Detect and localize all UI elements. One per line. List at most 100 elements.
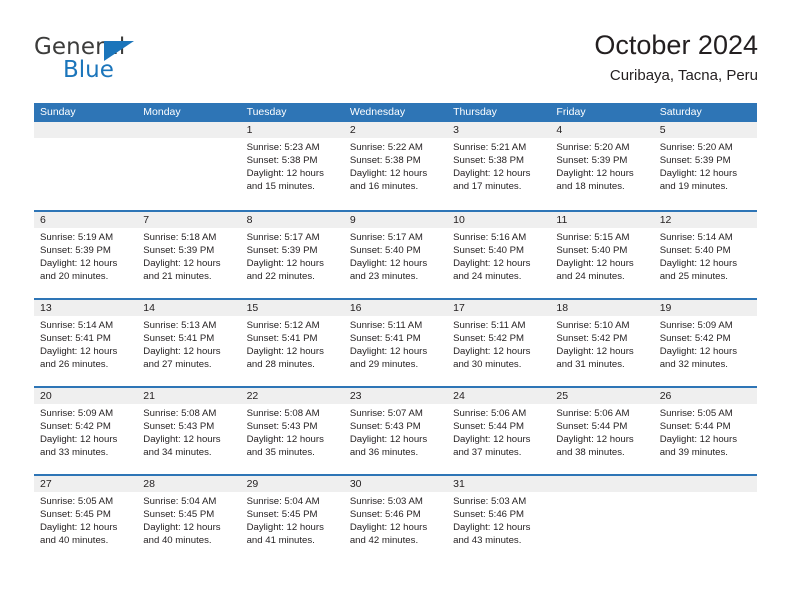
- logo-text-blue: Blue: [63, 57, 114, 83]
- day-detail-line: Daylight: 12 hours: [40, 258, 118, 270]
- calendar-day-cell[interactable]: 20 Sunrise: 5:09 AM Sunset: 5:42 PM Dayligh…: [34, 388, 138, 474]
- day-details: Sunrise: 5:06 AM Sunset: 5:44 PM Daylight:…: [550, 404, 653, 459]
- calendar-day-cell[interactable]: 24 Sunrise: 5:06 AM Sunset: 5:44 PM Dayligh…: [447, 388, 551, 474]
- day-detail-line: Sunset: 5:38 PM: [349, 155, 421, 167]
- day-details: Sunrise: 5:15 AM Sunset: 5:40 PM Daylight:…: [550, 228, 653, 283]
- day-detail-line: Daylight: 12 hours: [246, 258, 324, 270]
- day-detail-line: Sunrise: 5:06 AM: [453, 408, 527, 419]
- weekday-header-thursday: Thursday: [453, 106, 497, 118]
- day-number: 20: [34, 388, 138, 404]
- calendar-day-cell[interactable]: 14 Sunrise: 5:13 AM Sunset: 5:41 PM Dayligh…: [137, 300, 241, 386]
- day-details: Sunrise: 5:20 AM Sunset: 5:39 PM Daylight:…: [550, 138, 653, 193]
- calendar-day-cell[interactable]: 12 Sunrise: 5:14 AM Sunset: 5:40 PM Dayligh…: [653, 212, 757, 298]
- calendar-day-cell[interactable]: 17 Sunrise: 5:11 AM Sunset: 5:42 PM Dayligh…: [447, 300, 551, 386]
- calendar-day-cell[interactable]: 7 Sunrise: 5:18 AM Sunset: 5:39 PM Daylight…: [137, 212, 241, 298]
- calendar-week-row: 27 Sunrise: 5:05 AM Sunset: 5:45 PM Dayligh…: [34, 474, 757, 562]
- day-detail-line: and 43 minutes.: [453, 535, 522, 547]
- calendar-day-cell[interactable]: 5 Sunrise: 5:20 AM Sunset: 5:39 PM Daylight…: [653, 122, 757, 210]
- calendar-day-cell[interactable]: 15 Sunrise: 5:12 AM Sunset: 5:41 PM Dayligh…: [240, 300, 344, 386]
- day-number: 31: [447, 476, 551, 492]
- day-detail-line: Sunset: 5:45 PM: [143, 509, 215, 521]
- day-detail-line: Sunset: 5:45 PM: [246, 509, 318, 521]
- calendar-day-cell[interactable]: 9 Sunrise: 5:17 AM Sunset: 5:40 PM Daylight…: [343, 212, 448, 298]
- day-detail-line: Daylight: 12 hours: [143, 434, 221, 446]
- calendar-day-cell[interactable]: 23 Sunrise: 5:07 AM Sunset: 5:43 PM Dayligh…: [343, 388, 448, 474]
- day-detail-line: and 20 minutes.: [40, 271, 109, 283]
- day-number: 13: [34, 300, 138, 316]
- day-details: Sunrise: 5:12 AM Sunset: 5:41 PM Daylight:…: [241, 316, 344, 371]
- day-number: 16: [343, 300, 448, 316]
- calendar-day-cell[interactable]: 19 Sunrise: 5:09 AM Sunset: 5:42 PM Dayligh…: [653, 300, 757, 386]
- page-subtitle: Curibaya, Tacna, Peru: [609, 67, 758, 84]
- day-detail-line: and 23 minutes.: [349, 271, 419, 283]
- calendar-day-cell[interactable]: 13 Sunrise: 5:14 AM Sunset: 5:41 PM Dayligh…: [34, 300, 138, 386]
- calendar-day-cell[interactable]: 27 Sunrise: 5:05 AM Sunset: 5:45 PM Dayligh…: [34, 476, 138, 562]
- calendar-day-cell[interactable]: 8 Sunrise: 5:17 AM Sunset: 5:39 PM Daylight…: [240, 212, 344, 298]
- day-detail-line: Daylight: 12 hours: [659, 434, 738, 446]
- calendar-day-cell[interactable]: 1 Sunrise: 5:23 AM Sunset: 5:38 PM Daylight…: [240, 122, 344, 210]
- day-detail-line: Sunset: 5:40 PM: [453, 245, 525, 257]
- day-detail-line: Sunset: 5:38 PM: [246, 155, 318, 167]
- day-details: [550, 492, 653, 495]
- day-detail-line: and 26 minutes.: [40, 359, 109, 371]
- day-details: Sunrise: 5:07 AM Sunset: 5:43 PM Daylight:…: [344, 404, 447, 459]
- calendar-day-cell[interactable]: 22 Sunrise: 5:08 AM Sunset: 5:43 PM Dayligh…: [240, 388, 344, 474]
- day-detail-line: Sunrise: 5:04 AM: [246, 496, 320, 507]
- calendar-day-cell[interactable]: 4 Sunrise: 5:20 AM Sunset: 5:39 PM Daylight…: [550, 122, 654, 210]
- day-number: [550, 476, 654, 492]
- day-detail-line: and 31 minutes.: [556, 359, 625, 371]
- day-number: 30: [343, 476, 448, 492]
- day-detail-line: Sunrise: 5:09 AM: [40, 408, 114, 419]
- day-detail-line: Daylight: 12 hours: [556, 346, 634, 358]
- day-detail-line: Sunset: 5:39 PM: [659, 155, 731, 167]
- day-number: 14: [137, 300, 241, 316]
- day-detail-line: Sunset: 5:42 PM: [40, 421, 111, 433]
- calendar-day-cell[interactable]: 10 Sunrise: 5:16 AM Sunset: 5:40 PM Dayligh…: [447, 212, 551, 298]
- day-detail-line: Sunset: 5:43 PM: [246, 421, 318, 433]
- day-detail-line: and 22 minutes.: [246, 271, 315, 283]
- day-details: [34, 138, 137, 141]
- day-details: Sunrise: 5:03 AM Sunset: 5:46 PM Daylight:…: [344, 492, 447, 547]
- calendar-day-cell[interactable]: 6 Sunrise: 5:19 AM Sunset: 5:39 PM Daylight…: [34, 212, 138, 298]
- day-details: Sunrise: 5:23 AM Sunset: 5:38 PM Daylight:…: [241, 138, 344, 193]
- page-header: General Blue October 2024 Curibaya, Tacn…: [34, 28, 758, 98]
- day-detail-line: Daylight: 12 hours: [40, 434, 118, 446]
- general-blue-logo[interactable]: General Blue: [34, 34, 254, 90]
- calendar-day-cell[interactable]: 3 Sunrise: 5:21 AM Sunset: 5:38 PM Daylight…: [447, 122, 551, 210]
- day-number: 22: [240, 388, 344, 404]
- day-detail-line: Sunrise: 5:03 AM: [453, 496, 527, 507]
- calendar-day-cell[interactable]: 21 Sunrise: 5:08 AM Sunset: 5:43 PM Dayligh…: [137, 388, 241, 474]
- calendar-day-cell[interactable]: 25 Sunrise: 5:06 AM Sunset: 5:44 PM Dayligh…: [550, 388, 654, 474]
- day-detail-line: and 28 minutes.: [246, 359, 315, 371]
- weekday-header-row: Sunday Monday Tuesday Wednesday Thursday Frid…: [34, 103, 757, 122]
- calendar-day-cell[interactable]: 18 Sunrise: 5:10 AM Sunset: 5:42 PM Dayligh…: [550, 300, 654, 386]
- day-details: Sunrise: 5:04 AM Sunset: 5:45 PM Daylight:…: [241, 492, 344, 547]
- calendar-day-cell[interactable]: 31 Sunrise: 5:03 AM Sunset: 5:46 PM Dayligh…: [447, 476, 551, 562]
- calendar-day-cell[interactable]: 28 Sunrise: 5:04 AM Sunset: 5:45 PM Dayligh…: [137, 476, 241, 562]
- calendar-day-cell[interactable]: 2 Sunrise: 5:22 AM Sunset: 5:38 PM Daylight…: [343, 122, 448, 210]
- day-details: Sunrise: 5:21 AM Sunset: 5:38 PM Daylight:…: [447, 138, 550, 193]
- calendar-day-cell[interactable]: 16 Sunrise: 5:11 AM Sunset: 5:41 PM Dayligh…: [343, 300, 448, 386]
- day-detail-line: Sunrise: 5:08 AM: [246, 408, 320, 419]
- day-details: Sunrise: 5:03 AM Sunset: 5:46 PM Daylight:…: [447, 492, 550, 547]
- day-detail-line: and 35 minutes.: [246, 447, 315, 459]
- day-detail-line: Daylight: 12 hours: [246, 522, 324, 534]
- calendar-day-cell[interactable]: 26 Sunrise: 5:05 AM Sunset: 5:44 PM Dayligh…: [653, 388, 757, 474]
- day-detail-line: and 21 minutes.: [143, 271, 212, 283]
- calendar-week-row: 13 Sunrise: 5:14 AM Sunset: 5:41 PM Dayligh…: [34, 298, 757, 386]
- day-details: Sunrise: 5:17 AM Sunset: 5:39 PM Daylight:…: [241, 228, 344, 283]
- day-detail-line: Daylight: 12 hours: [349, 168, 428, 180]
- day-number: 11: [550, 212, 654, 228]
- calendar-day-cell[interactable]: 11 Sunrise: 5:15 AM Sunset: 5:40 PM Dayligh…: [550, 212, 654, 298]
- day-details: Sunrise: 5:09 AM Sunset: 5:42 PM Daylight:…: [34, 404, 137, 459]
- day-detail-line: Sunrise: 5:08 AM: [143, 408, 217, 419]
- day-number: 4: [550, 122, 654, 138]
- calendar-day-cell[interactable]: 30 Sunrise: 5:03 AM Sunset: 5:46 PM Dayligh…: [343, 476, 448, 562]
- day-number: 19: [653, 300, 757, 316]
- calendar-day-cell[interactable]: 29 Sunrise: 5:04 AM Sunset: 5:45 PM Dayligh…: [240, 476, 344, 562]
- day-detail-line: Sunset: 5:44 PM: [453, 421, 525, 433]
- day-detail-line: Daylight: 12 hours: [349, 434, 428, 446]
- day-detail-line: Sunset: 5:41 PM: [349, 333, 421, 345]
- day-number: 5: [653, 122, 757, 138]
- day-detail-line: Sunrise: 5:03 AM: [349, 496, 423, 507]
